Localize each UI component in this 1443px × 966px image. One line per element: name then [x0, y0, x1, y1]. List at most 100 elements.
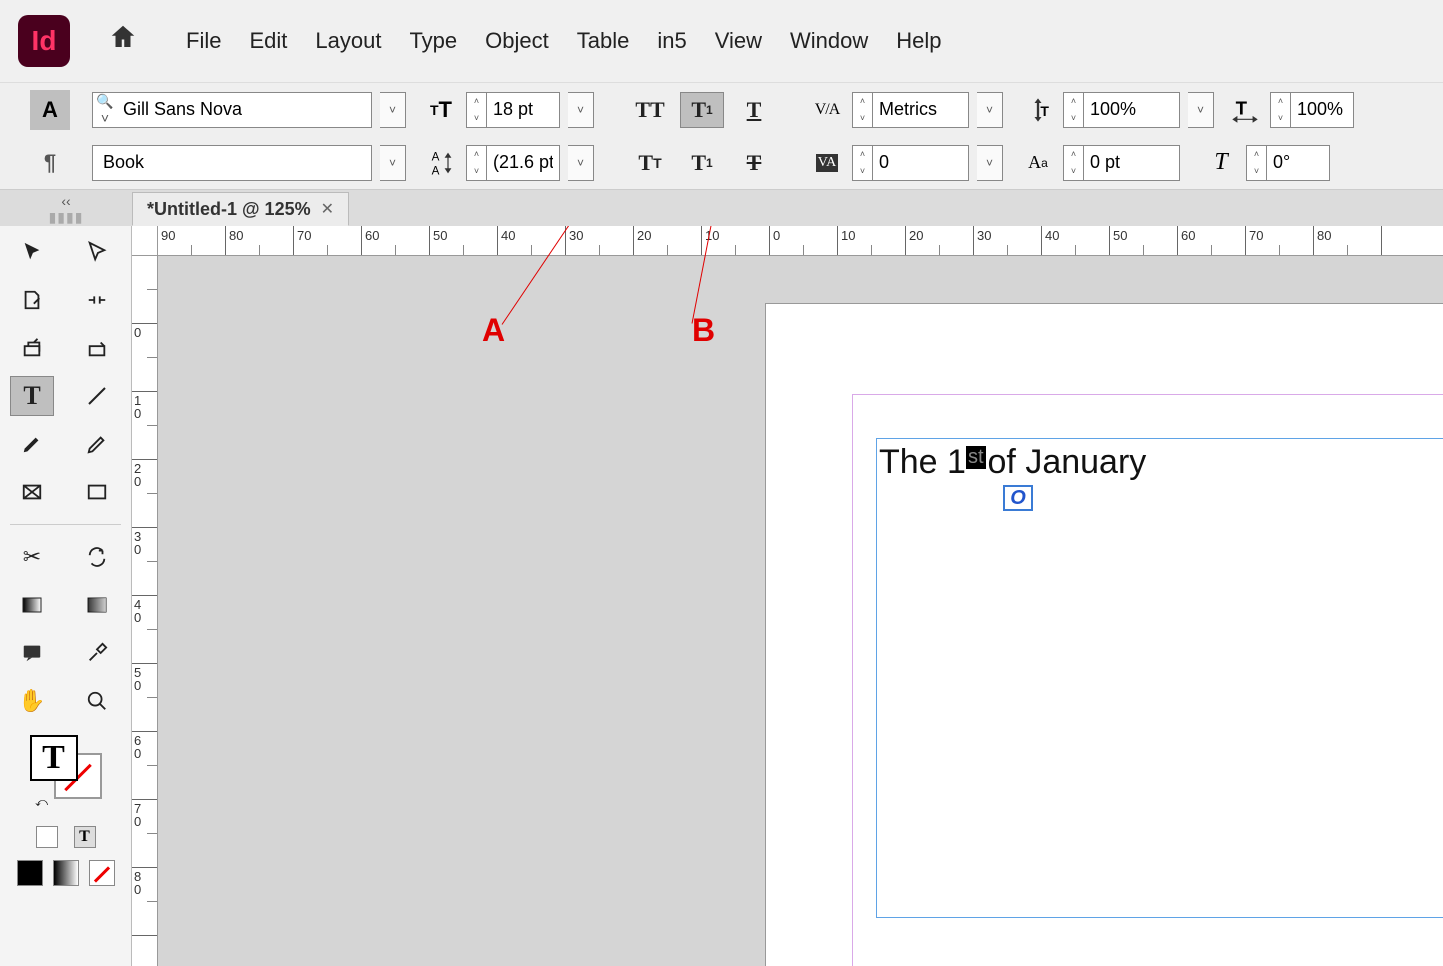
vscale-field[interactable]: ˄˅	[1063, 92, 1180, 128]
tracking-field[interactable]: ˄˅	[852, 145, 969, 181]
container-format-icon[interactable]	[36, 826, 58, 848]
font-family-field[interactable]: 🔍​˅	[92, 92, 372, 128]
fill-swatch[interactable]: T	[30, 735, 78, 781]
kerning-dropdown[interactable]: ˅	[977, 92, 1003, 128]
svg-text:A: A	[432, 150, 440, 163]
menu-window[interactable]: Window	[790, 28, 868, 54]
up-arrow-icon[interactable]: ˄	[467, 93, 486, 110]
character-mode-button[interactable]: A	[30, 90, 70, 130]
horizontal-ruler[interactable]: 90807060504030201001020304050607080	[158, 226, 1443, 256]
menu-bar: Id File Edit Layout Type Object Table in…	[0, 0, 1443, 82]
gradient-swatch-tool[interactable]	[10, 585, 54, 625]
menu-table[interactable]: Table	[577, 28, 630, 54]
close-icon[interactable]: ✕	[321, 199, 334, 219]
pen-tool[interactable]	[10, 424, 54, 464]
font-style-field[interactable]	[92, 145, 372, 181]
annotation-a: A	[482, 312, 505, 349]
font-size-field[interactable]: ˄˅	[466, 92, 560, 128]
subscript-button[interactable]: T1	[680, 145, 724, 181]
vertical-ruler[interactable]: 01020304050607080	[132, 256, 158, 966]
menu-file[interactable]: File	[186, 28, 221, 54]
ruler-tick: 90	[158, 226, 226, 255]
menu-object[interactable]: Object	[485, 28, 549, 54]
story-text[interactable]: The 1st of January	[877, 439, 1443, 486]
document-tab[interactable]: *Untitled-1 @ 125% ✕	[132, 192, 349, 226]
menu-help[interactable]: Help	[896, 28, 941, 54]
note-tool[interactable]	[10, 633, 54, 673]
font-size-dropdown[interactable]: ˅	[568, 92, 594, 128]
menu-view[interactable]: View	[715, 28, 762, 54]
tracking-dropdown[interactable]: ˅	[977, 145, 1003, 181]
strikethrough-button[interactable]: T	[732, 145, 776, 181]
apply-color-icon[interactable]	[17, 860, 43, 886]
superscript-button[interactable]: T1	[680, 92, 724, 128]
scissors-tool[interactable]: ✂	[10, 537, 54, 577]
skew-field[interactable]: ˄˅	[1246, 145, 1330, 181]
apply-gradient-icon[interactable]	[53, 860, 79, 886]
leading-input[interactable]	[487, 146, 559, 180]
direct-selection-tool[interactable]	[75, 232, 119, 272]
underline-button[interactable]: T	[732, 92, 776, 128]
selection-tool[interactable]	[10, 232, 54, 272]
font-size-input[interactable]	[487, 93, 559, 127]
text-frame[interactable]: The 1st of January O	[876, 438, 1443, 918]
overset-indicator[interactable]: O	[1003, 485, 1033, 511]
free-transform-tool[interactable]	[75, 537, 119, 577]
menu-type[interactable]: Type	[409, 28, 457, 54]
menu-edit[interactable]: Edit	[249, 28, 287, 54]
skew-input[interactable]	[1267, 146, 1329, 180]
menu-in5[interactable]: in5	[657, 28, 686, 54]
vscale-input[interactable]	[1084, 93, 1179, 127]
ruler-tick: 0	[132, 324, 157, 392]
home-icon[interactable]	[108, 22, 138, 60]
menu-layout[interactable]: Layout	[315, 28, 381, 54]
text-run-after: of January	[988, 443, 1147, 482]
ruler-tick: 60	[132, 732, 157, 800]
font-family-input[interactable]	[117, 93, 371, 127]
paragraph-mode-button[interactable]: ¶	[30, 143, 70, 183]
hscale-input[interactable]	[1291, 93, 1353, 127]
font-style-dropdown[interactable]: ˅	[380, 145, 406, 181]
ruler-tick: 10	[132, 392, 157, 460]
kerning-field[interactable]: ˄˅	[852, 92, 969, 128]
gap-tool[interactable]	[75, 280, 119, 320]
ruler-tick: 50	[132, 664, 157, 732]
swap-fill-stroke-icon[interactable]: ⤺	[35, 795, 48, 810]
font-style-input[interactable]	[93, 146, 371, 180]
tracking-icon: VA	[810, 154, 844, 172]
allcaps-button[interactable]: TT	[628, 92, 672, 128]
text-format-icon[interactable]: T	[74, 826, 96, 848]
ruler-tick: 50	[430, 226, 498, 255]
eyedropper-tool[interactable]	[75, 633, 119, 673]
content-placer-tool[interactable]	[75, 328, 119, 368]
hscale-field[interactable]: ˄˅	[1270, 92, 1354, 128]
gradient-feather-tool[interactable]	[75, 585, 119, 625]
content-collector-tool[interactable]	[10, 328, 54, 368]
tracking-input[interactable]	[873, 146, 968, 180]
line-tool[interactable]	[75, 376, 119, 416]
ruler-tick: 30	[566, 226, 634, 255]
vscale-dropdown[interactable]: ˅	[1188, 92, 1214, 128]
baseline-field[interactable]: ˄˅	[1063, 145, 1180, 181]
kerning-input[interactable]	[873, 93, 968, 127]
ruler-tick: 40	[132, 596, 157, 664]
type-tool[interactable]: T	[10, 376, 54, 416]
baseline-icon: Aa	[1021, 152, 1055, 173]
page-tool[interactable]	[10, 280, 54, 320]
annotation-b: B	[692, 312, 715, 349]
rectangle-frame-tool[interactable]	[10, 472, 54, 512]
panel-collapse-icon[interactable]: ‹‹▮▮▮▮	[0, 193, 132, 226]
leading-field[interactable]: ˄˅	[466, 145, 560, 181]
baseline-input[interactable]	[1084, 146, 1179, 180]
canvas-area[interactable]: 90807060504030201001020304050607080 0102…	[132, 226, 1443, 966]
zoom-tool[interactable]	[75, 681, 119, 721]
hand-tool[interactable]: ✋	[10, 681, 54, 721]
smallcaps-button[interactable]: TT	[628, 145, 672, 181]
apply-none-icon[interactable]	[89, 860, 115, 886]
ruler-origin[interactable]	[132, 226, 158, 256]
pencil-tool[interactable]	[75, 424, 119, 464]
down-arrow-icon[interactable]: ˅	[467, 110, 486, 127]
rectangle-tool[interactable]	[75, 472, 119, 512]
font-family-dropdown[interactable]: ˅	[380, 92, 406, 128]
leading-dropdown[interactable]: ˅	[568, 145, 594, 181]
